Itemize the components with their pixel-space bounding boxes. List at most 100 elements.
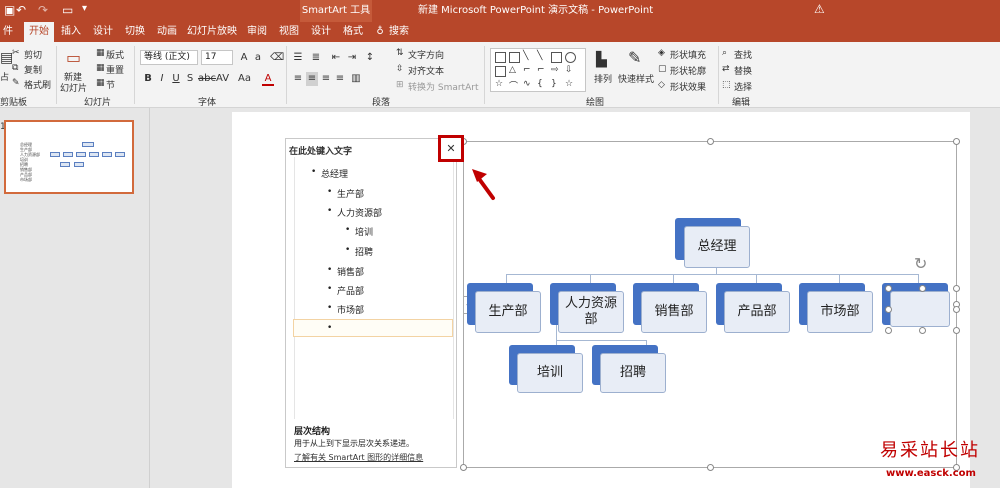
convert-smartart-icon[interactable]: ⊞	[396, 80, 404, 90]
rect2-shape-icon[interactable]	[495, 66, 506, 77]
elbow-shape-icon[interactable]: ⌐	[523, 65, 531, 75]
new-slide-icon[interactable]: ▭	[66, 48, 81, 67]
find-icon[interactable]: ⌕	[722, 48, 727, 58]
star2-shape-icon[interactable]: ☆	[565, 79, 573, 89]
font-name-select[interactable]: 等线 (正文)	[140, 50, 198, 65]
org-node[interactable]: 培训	[509, 345, 587, 397]
strikethrough-icon[interactable]: abc	[198, 72, 216, 86]
text-pane-list[interactable]: 总经理 生产部 人力资源部 培训 招聘 销售部 产品部 市场部	[294, 157, 454, 419]
text-pane-item[interactable]: 产品部	[327, 284, 364, 297]
decrease-indent-icon[interactable]: ⇤	[330, 51, 342, 65]
text-pane-item[interactable]: 人力资源部	[327, 206, 382, 219]
org-node[interactable]: 销售部	[633, 283, 711, 337]
bold-icon[interactable]: B	[142, 72, 154, 86]
triangle-shape-icon[interactable]: △	[509, 65, 516, 75]
increase-font-icon[interactable]: A	[238, 51, 250, 65]
text-pane-item[interactable]: 招聘	[345, 245, 373, 258]
reset-button[interactable]: 重置	[106, 63, 124, 76]
section-button[interactable]: 节	[106, 78, 115, 91]
copy-button[interactable]: 复制	[24, 63, 42, 76]
rectangle-shape-icon[interactable]	[551, 52, 562, 63]
node-resize-handle[interactable]	[885, 285, 892, 292]
text-direction-button[interactable]: 文字方向	[408, 48, 444, 61]
node-resize-handle[interactable]	[919, 327, 926, 334]
replace-button[interactable]: 替换	[734, 64, 752, 77]
tab-file[interactable]: 件	[0, 22, 16, 42]
align-text-icon[interactable]: ⇳	[396, 64, 404, 74]
org-node[interactable]: 招聘	[592, 345, 670, 397]
tell-me-search[interactable]: 搜索	[388, 22, 410, 42]
shape-outline-icon[interactable]: ▢	[658, 64, 667, 74]
node-resize-handle[interactable]	[953, 306, 960, 313]
tab-transitions[interactable]: 切换	[122, 22, 148, 42]
columns-icon[interactable]: ▥	[350, 72, 362, 86]
right-arrow-shape-icon[interactable]: ⇨	[551, 65, 559, 75]
layout-icon[interactable]: ▦	[96, 48, 105, 58]
select-icon[interactable]: ⬚	[722, 80, 731, 90]
align-left-icon[interactable]: ≡	[292, 72, 304, 86]
org-node[interactable]: 市场部	[799, 283, 877, 337]
redo-icon[interactable]: ↷	[38, 3, 48, 17]
resize-handle[interactable]	[953, 138, 960, 145]
align-center-icon[interactable]: ≡	[306, 72, 318, 86]
decrease-font-icon[interactable]: a	[252, 51, 264, 65]
tab-slideshow[interactable]: 幻灯片放映	[186, 22, 238, 42]
text-pane-item[interactable]: 总经理	[311, 167, 348, 180]
bullets-icon[interactable]: ☰	[292, 51, 304, 65]
slide-thumbnail[interactable]: 总经理 生产部 人力资源部 培训 招聘 销售部 产品部 市场部	[4, 120, 134, 194]
smartart-text-pane[interactable]: 在此处键入文字 总经理 生产部 人力资源部 培训 招聘 销售部 产品部 市场部 …	[285, 138, 457, 468]
text-pane-active-row[interactable]	[293, 319, 453, 337]
node-resize-handle[interactable]	[919, 285, 926, 292]
shape-outline-button[interactable]: 形状轮廓	[670, 64, 706, 77]
brace-right-shape-icon[interactable]: }	[551, 79, 557, 89]
font-size-select[interactable]: 17	[201, 50, 233, 65]
numbering-icon[interactable]: ≣	[310, 51, 322, 65]
cut-icon[interactable]: ✂	[12, 48, 20, 58]
increase-indent-icon[interactable]: ⇥	[346, 51, 358, 65]
tab-animations[interactable]: 动画	[154, 22, 180, 42]
shape-effects-button[interactable]: 形状效果	[670, 80, 706, 93]
quick-styles-icon[interactable]: ✎	[628, 48, 641, 67]
align-right-icon[interactable]: ≡	[320, 72, 332, 86]
start-presentation-icon[interactable]: ▭	[62, 3, 73, 17]
align-text-button[interactable]: 对齐文本	[408, 64, 444, 77]
oval-shape-icon[interactable]	[565, 52, 576, 63]
save-icon[interactable]: ▣	[4, 3, 15, 17]
elbow2-shape-icon[interactable]: ⌐	[537, 65, 545, 75]
org-node[interactable]: 产品部	[716, 283, 794, 337]
format-painter-icon[interactable]: ✎	[12, 78, 20, 88]
cut-button[interactable]: 剪切	[24, 48, 42, 61]
tab-design[interactable]: 设计	[90, 22, 116, 42]
new-slide-label2[interactable]: 幻灯片	[60, 81, 87, 94]
shapes-gallery[interactable]: ╲ ╲ △ ⌐ ⌐ ⇨ ⇩ ☆ ⌒ ∿ { } ☆	[490, 48, 586, 92]
down-arrow-shape-icon[interactable]: ⇩	[565, 65, 573, 75]
arrow-line-shape-icon[interactable]: ╲	[537, 51, 542, 61]
tab-view[interactable]: 视图	[276, 22, 302, 42]
freeform-shape-icon[interactable]: ∿	[523, 79, 531, 89]
tab-home[interactable]: 开始	[24, 22, 54, 42]
paste-button-label[interactable]: 占	[0, 70, 9, 83]
shape-fill-button[interactable]: 形状填充	[670, 48, 706, 61]
justify-icon[interactable]: ≡	[334, 72, 346, 86]
resize-handle[interactable]	[707, 464, 714, 471]
node-resize-handle[interactable]	[953, 327, 960, 334]
text-pane-item[interactable]: 生产部	[327, 187, 364, 200]
format-painter-button[interactable]: 格式刷	[24, 78, 51, 91]
node-resize-handle[interactable]	[953, 285, 960, 292]
org-node-top[interactable]: 总经理	[675, 218, 751, 270]
text-pane-item[interactable]: 销售部	[327, 265, 364, 278]
rotate-handle-icon[interactable]: ↻	[914, 254, 927, 273]
clear-format-icon[interactable]: ⌫	[270, 51, 284, 65]
text-box-shape-icon[interactable]	[495, 52, 506, 63]
resize-handle[interactable]	[707, 138, 714, 145]
text-pane-item[interactable]: 市场部	[327, 303, 364, 316]
tab-format[interactable]: 格式	[340, 22, 366, 42]
star-shape-icon[interactable]: ☆	[495, 79, 503, 89]
replace-icon[interactable]: ⇄	[722, 64, 730, 74]
resize-handle[interactable]	[460, 464, 467, 471]
select-button[interactable]: 选择	[734, 80, 752, 93]
font-color-icon[interactable]: A	[262, 72, 274, 86]
text-direction-icon[interactable]: ⇅	[396, 48, 404, 58]
char-spacing-icon[interactable]: AV	[216, 72, 229, 86]
tab-smartart-design[interactable]: 设计	[308, 22, 334, 42]
